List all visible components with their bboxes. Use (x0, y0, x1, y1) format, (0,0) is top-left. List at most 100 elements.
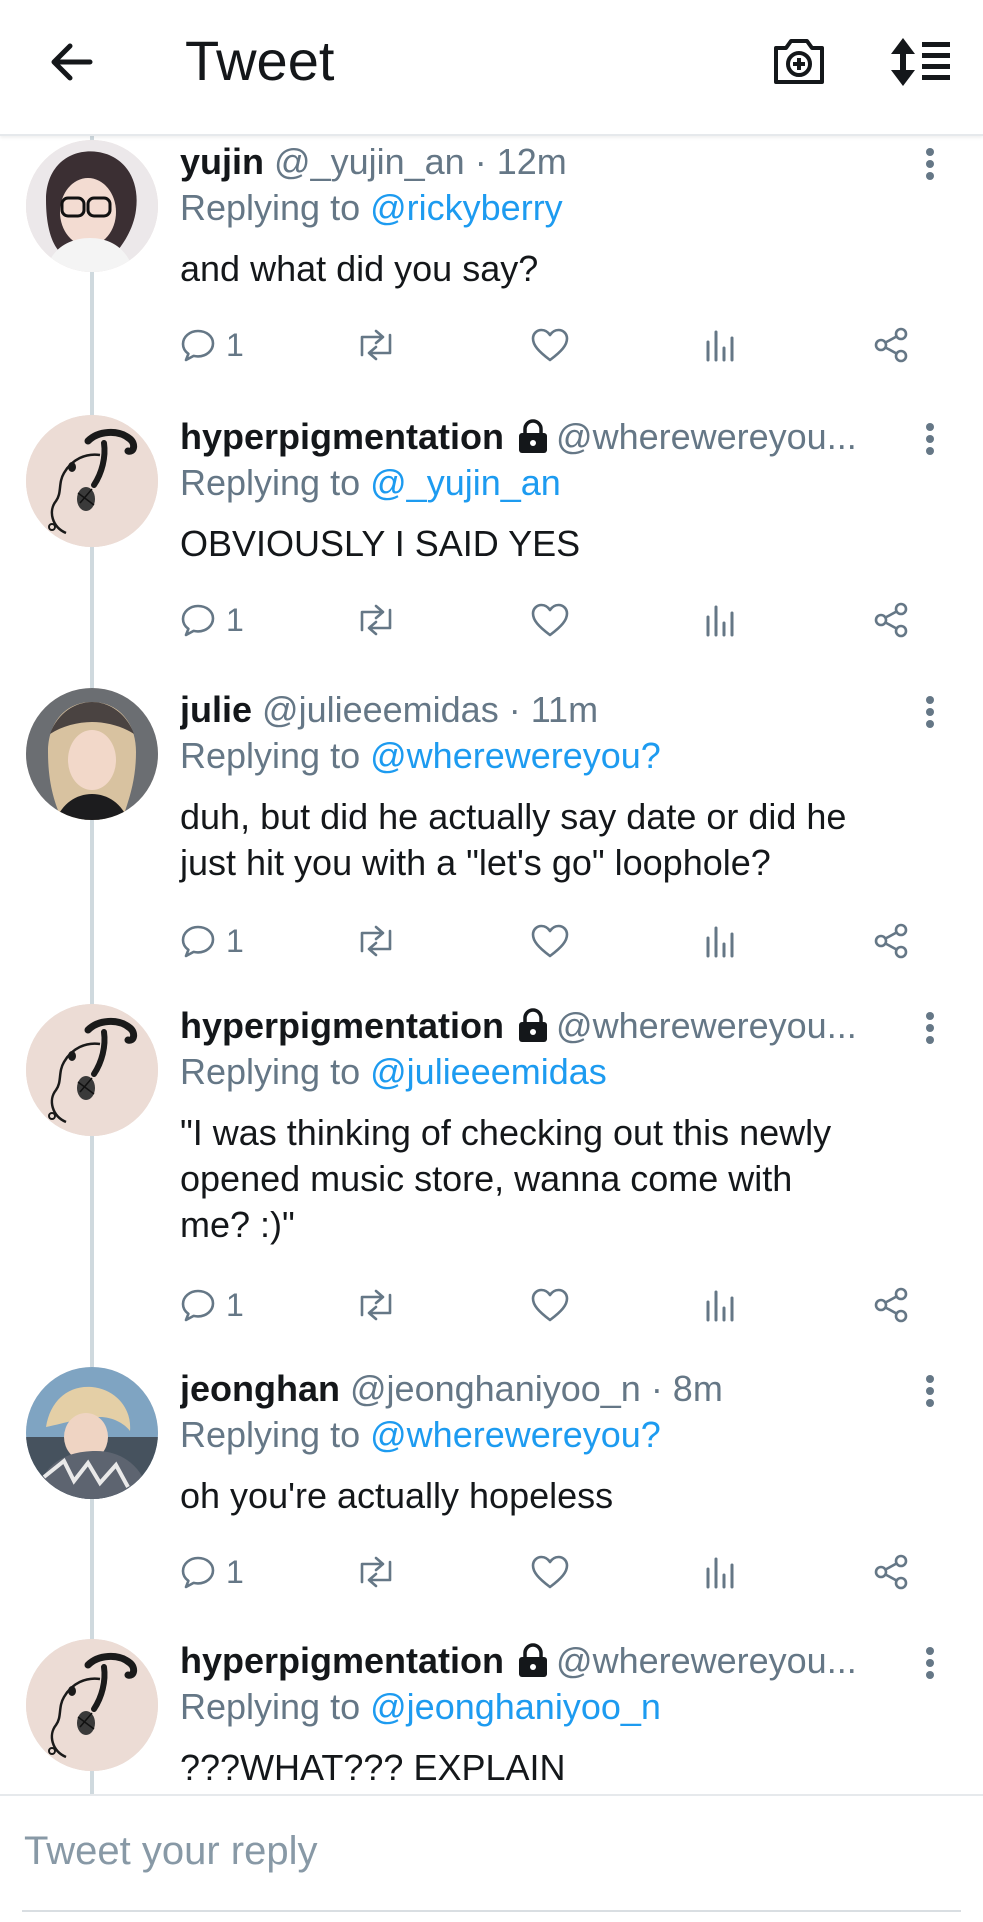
reply-icon (180, 602, 216, 638)
retweet-button[interactable] (354, 916, 398, 966)
mention-link[interactable]: @julieeemidas (370, 1051, 607, 1092)
tweet-text-line: me? :)" (180, 1204, 295, 1245)
share-button[interactable] (873, 916, 909, 966)
photo-avatar[interactable] (26, 1367, 158, 1499)
timestamp: · 8m (650, 1368, 723, 1409)
more-options-icon[interactable] (918, 1008, 942, 1048)
reply-button[interactable]: 1 (180, 1547, 244, 1597)
display-name[interactable]: julie (180, 689, 252, 730)
like-button[interactable] (530, 1280, 570, 1330)
replying-to-label: Replying to (180, 1051, 361, 1092)
tweet-header: julie @julieeemidas · 11m (180, 688, 920, 732)
doodle-avatar[interactable] (26, 1639, 158, 1771)
analytics-icon (705, 1555, 735, 1589)
more-options-icon[interactable] (918, 419, 942, 459)
tweet-header: hyperpigmentation @wherewereyou... (180, 415, 920, 465)
reply-count: 1 (226, 326, 244, 363)
tweet-text-line: oh you're actually hopeless (180, 1475, 614, 1516)
share-button[interactable] (873, 1547, 909, 1597)
retweet-button[interactable] (354, 595, 398, 645)
tweet-text: "I was thinking of checking out this new… (180, 1110, 940, 1248)
user-handle[interactable]: @julieeemidas (262, 689, 499, 730)
user-handle[interactable]: @wherewereyou... (556, 1640, 857, 1681)
user-handle[interactable]: @wherewereyou... (556, 416, 857, 457)
more-options-icon[interactable] (918, 144, 942, 184)
reply-count: 1 (226, 1286, 244, 1323)
view-stats-button[interactable] (705, 1547, 735, 1597)
display-name[interactable]: hyperpigmentation (180, 416, 504, 457)
reply-icon (180, 1287, 216, 1323)
tweet-text-line: opened music store, wanna come with (180, 1158, 793, 1199)
photo-avatar[interactable] (26, 140, 158, 272)
user-handle[interactable]: @jeonghaniyoo_n (350, 1368, 641, 1409)
reply-composer (0, 1794, 983, 1922)
back-arrow-icon[interactable] (44, 34, 100, 90)
mention-link[interactable]: @_yujin_an (370, 462, 561, 503)
replying-to: Replying to @wherewereyou? (180, 734, 661, 778)
reply-button[interactable]: 1 (180, 320, 244, 370)
like-button[interactable] (530, 595, 570, 645)
mention-link[interactable]: @rickyberry (370, 187, 563, 228)
camera-plus-icon[interactable] (770, 32, 828, 90)
reply-button[interactable]: 1 (180, 595, 244, 645)
mention-link[interactable]: @wherewereyou? (370, 735, 661, 776)
mention-link[interactable]: @jeonghaniyoo_n (370, 1686, 661, 1727)
tweet-text: oh you're actually hopeless (180, 1473, 940, 1519)
user-handle[interactable]: @_yujin_an (274, 141, 465, 182)
share-button[interactable] (873, 320, 909, 370)
photo-avatar[interactable] (26, 688, 158, 820)
display-name[interactable]: hyperpigmentation (180, 1640, 504, 1681)
view-stats-button[interactable] (705, 320, 735, 370)
tweet-actions: 1 (180, 916, 940, 966)
view-stats-button[interactable] (705, 595, 735, 645)
view-stats-button[interactable] (705, 916, 735, 966)
tweet-actions: 1 (180, 1280, 940, 1330)
like-icon (530, 602, 570, 638)
replying-to-label: Replying to (180, 735, 361, 776)
replying-to-label: Replying to (180, 462, 361, 503)
more-options-icon[interactable] (918, 1371, 942, 1411)
replying-to: Replying to @wherewereyou? (180, 1413, 661, 1457)
retweet-icon (354, 602, 398, 638)
retweet-icon (354, 1287, 398, 1323)
view-stats-button[interactable] (705, 1280, 735, 1330)
tweet-text-line: ???WHAT??? EXPLAIN (180, 1747, 566, 1788)
top-app-bar: Tweet (0, 0, 983, 136)
retweet-icon (354, 327, 398, 363)
retweet-button[interactable] (354, 320, 398, 370)
like-button[interactable] (530, 320, 570, 370)
sort-list-icon[interactable] (888, 34, 954, 90)
reply-icon (180, 1554, 216, 1590)
retweet-icon (354, 1554, 398, 1590)
like-button[interactable] (530, 916, 570, 966)
composer-divider (22, 1910, 961, 1912)
replying-to-label: Replying to (180, 1414, 361, 1455)
retweet-button[interactable] (354, 1547, 398, 1597)
share-icon (873, 923, 909, 959)
page-title: Tweet (185, 29, 335, 92)
thread-line (90, 134, 94, 1794)
replying-to-label: Replying to (180, 1686, 361, 1727)
display-name[interactable]: hyperpigmentation (180, 1005, 504, 1046)
user-handle[interactable]: @wherewereyou... (556, 1005, 857, 1046)
replying-to: Replying to @julieeemidas (180, 1050, 607, 1094)
doodle-avatar[interactable] (26, 1004, 158, 1136)
more-options-icon[interactable] (918, 1643, 942, 1683)
reply-input[interactable] (22, 1820, 946, 1882)
reply-button[interactable]: 1 (180, 916, 244, 966)
tweet-text-line: duh, but did he actually say date or did… (180, 796, 847, 837)
display-name[interactable]: yujin (180, 141, 264, 182)
share-button[interactable] (873, 1280, 909, 1330)
more-options-icon[interactable] (918, 692, 942, 732)
mention-link[interactable]: @wherewereyou? (370, 1414, 661, 1455)
retweet-icon (354, 923, 398, 959)
doodle-avatar[interactable] (26, 415, 158, 547)
display-name[interactable]: jeonghan (180, 1368, 340, 1409)
share-icon (873, 1287, 909, 1323)
tweet-text-line: just hit you with a "let's go" loophole? (180, 842, 771, 883)
like-button[interactable] (530, 1547, 570, 1597)
reply-count: 1 (226, 922, 244, 959)
reply-button[interactable]: 1 (180, 1280, 244, 1330)
share-button[interactable] (873, 595, 909, 645)
retweet-button[interactable] (354, 1280, 398, 1330)
